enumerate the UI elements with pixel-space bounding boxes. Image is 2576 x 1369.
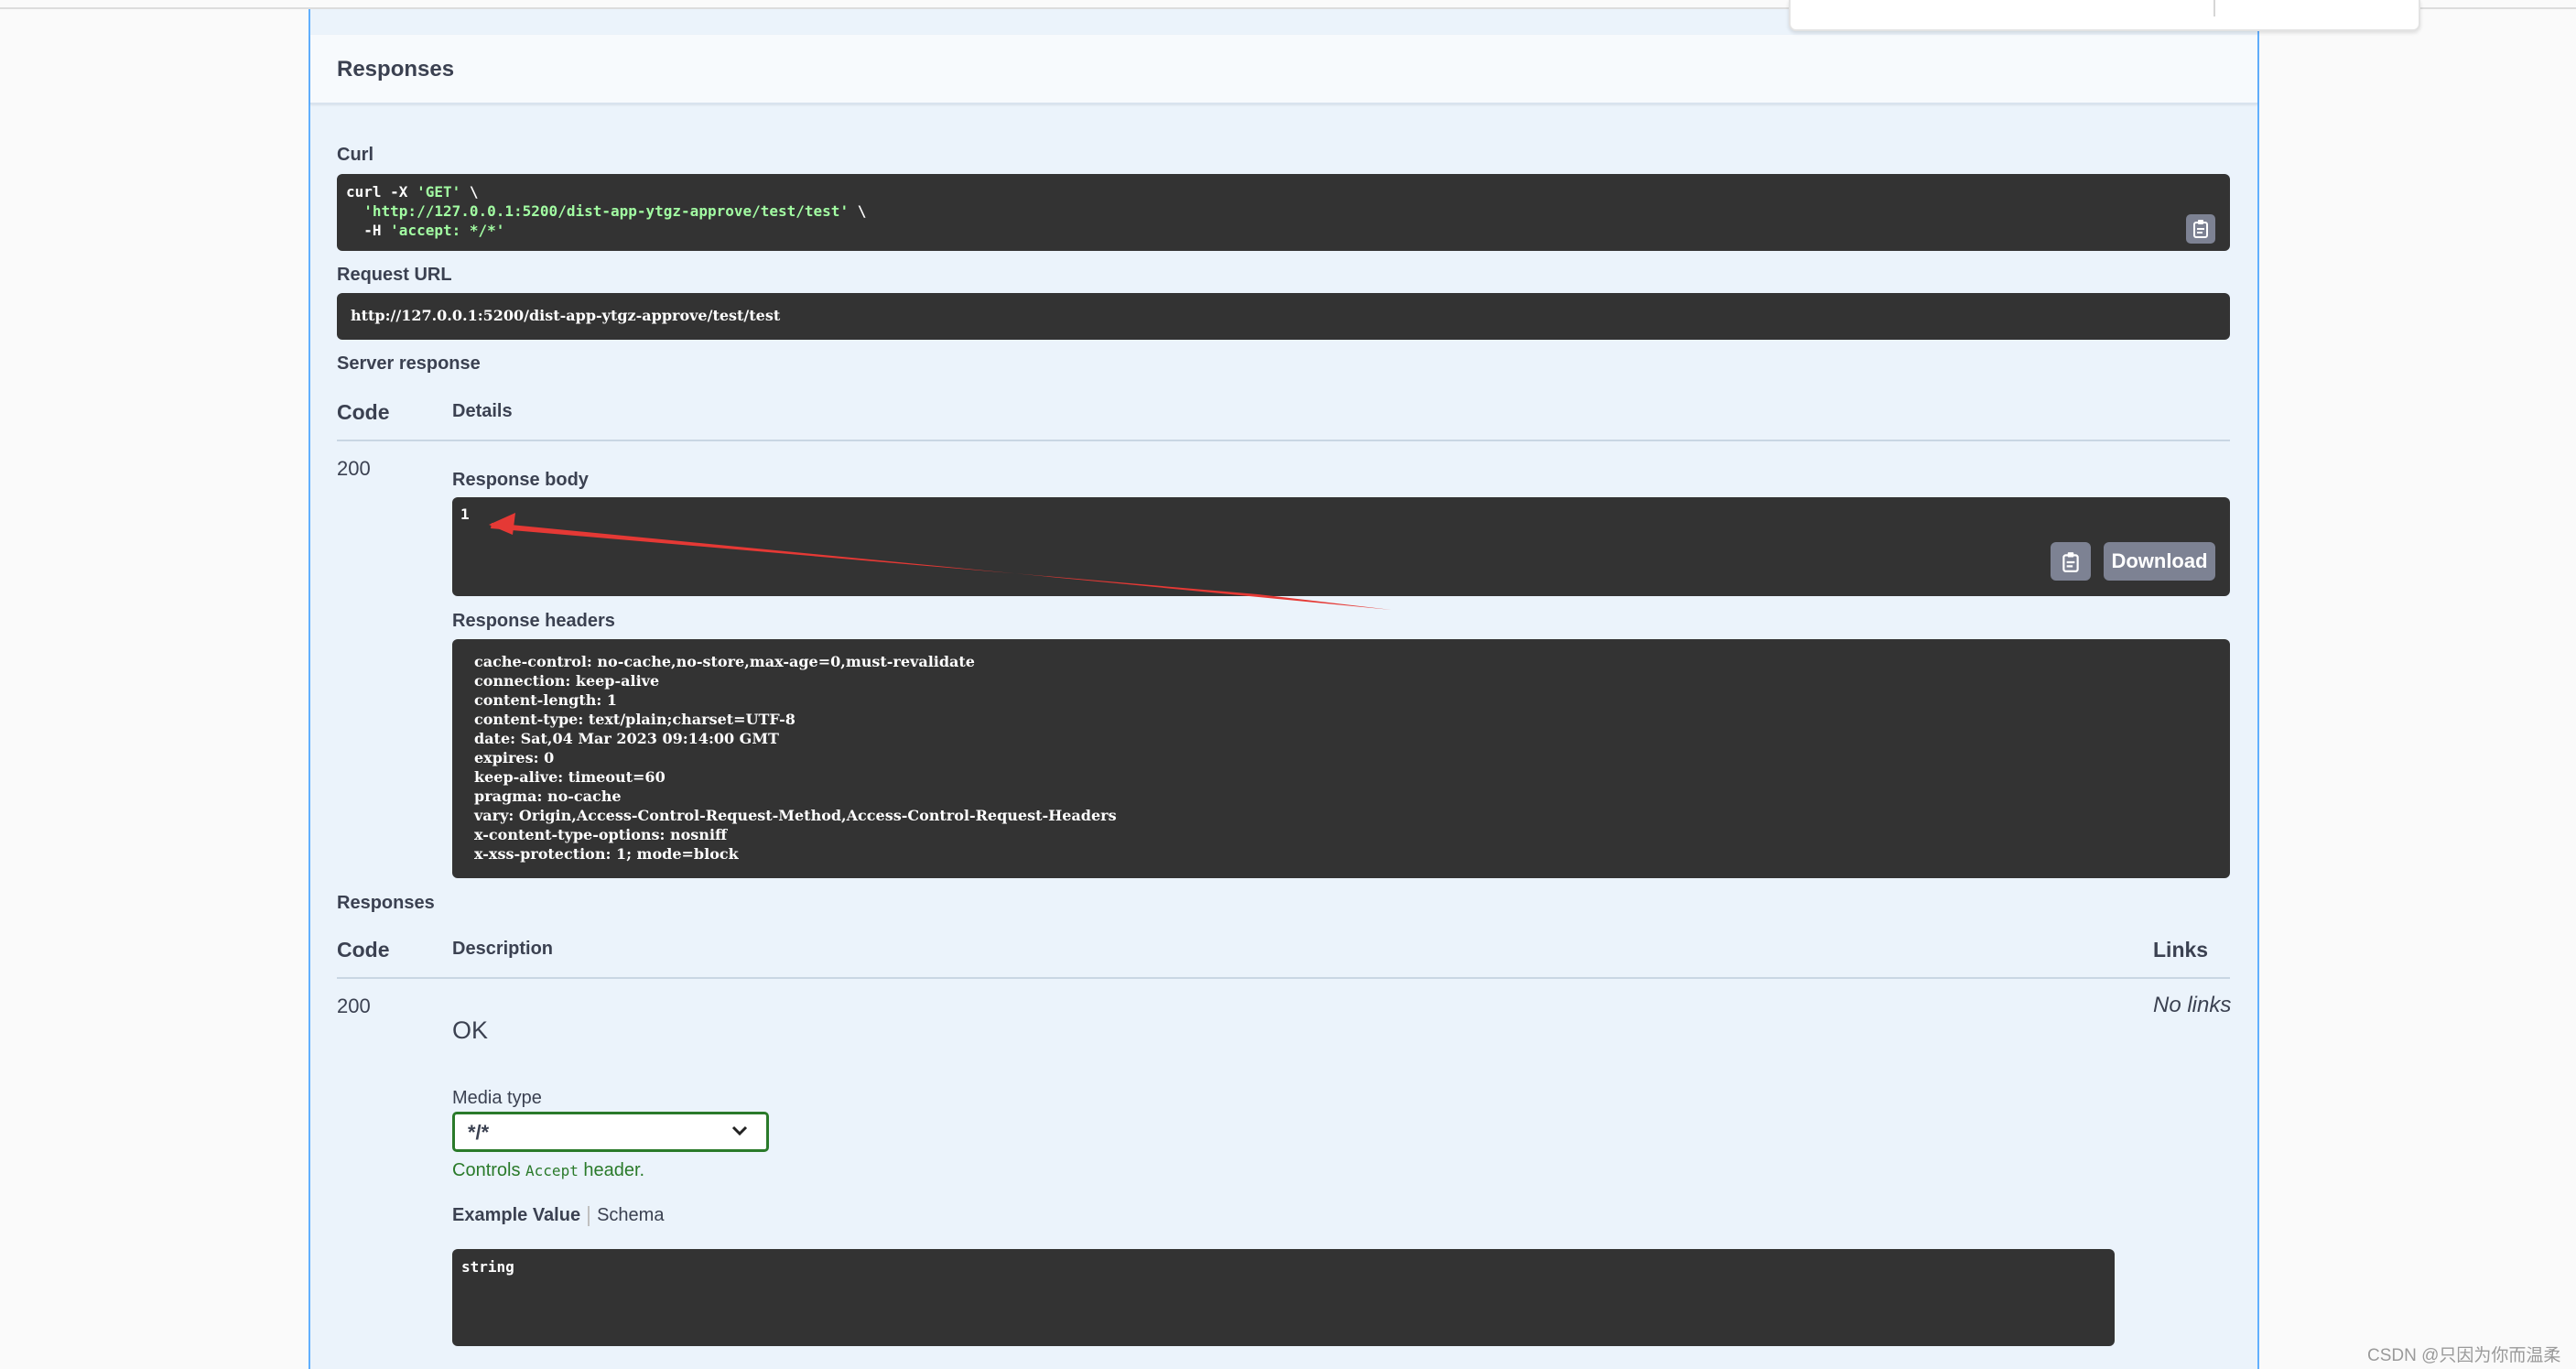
server-response-label: Server response: [337, 353, 481, 374]
curl-line3-cmd: -H: [346, 222, 391, 239]
server-response-code-header: Code: [337, 400, 390, 424]
example-schema-tabs: Example Value Schema: [452, 1205, 664, 1226]
no-links-text: No links: [2153, 993, 2232, 1017]
response-body-value: 1: [460, 505, 470, 523]
response-header-line: content-type: text/plain;charset=UTF-8: [474, 711, 796, 728]
request-url-block: http://127.0.0.1:5200/dist-app-ytgz-appr…: [337, 293, 2230, 340]
server-response-code: 200: [337, 457, 371, 480]
responses-title: Responses: [337, 57, 455, 81]
copy-icon: [2062, 552, 2079, 572]
response-body-label: Response body: [452, 470, 589, 490]
responses-section-header: Responses: [310, 35, 2257, 104]
server-response-divider: [337, 440, 2230, 441]
response-header-line: keep-alive: timeout=60: [474, 768, 666, 786]
response-header-line: content-length: 1: [474, 691, 617, 709]
curl-line1-tail: \: [460, 183, 479, 201]
request-url-value: http://127.0.0.1:5200/dist-app-ytgz-appr…: [351, 307, 781, 324]
response-header-line: x-xss-protection: 1; mode=block: [474, 845, 739, 863]
response-headers-block: cache-control: no-cache,no-store,max-age…: [452, 639, 2230, 878]
controls-suffix: header.: [578, 1160, 645, 1180]
response-body-copy-button[interactable]: [2051, 542, 2091, 581]
copy-icon: [2193, 220, 2208, 238]
controls-prefix: Controls: [452, 1160, 526, 1180]
response-header-line: vary: Origin,Access-Control-Request-Meth…: [474, 807, 1117, 824]
response-headers-label: Response headers: [452, 611, 615, 631]
server-response-details-header: Details: [452, 401, 513, 421]
response-header-line: connection: keep-alive: [474, 672, 660, 690]
curl-line2-str: 'http://127.0.0.1:5200/dist-app-ytgz-app…: [363, 202, 850, 220]
responses-links-header: Links: [2153, 938, 2209, 962]
curl-line3-str: 'accept: */*': [390, 222, 505, 239]
example-value-block: string: [452, 1249, 2115, 1346]
request-url-label: Request URL: [337, 265, 452, 285]
responses-code: 200: [337, 994, 371, 1017]
chevron-down-icon: [731, 1125, 748, 1136]
media-type-select[interactable]: */*: [452, 1112, 769, 1152]
responses-code-header: Code: [337, 938, 390, 962]
curl-line1-str: 'GET': [417, 183, 461, 201]
tab-separator: [588, 1205, 590, 1226]
curl-line1-cmd: curl -X: [346, 183, 417, 201]
curl-line2-tail: \: [849, 202, 867, 220]
response-header-line: expires: 0: [474, 749, 555, 766]
response-body-block: 1 Download: [452, 497, 2230, 596]
response-header-line: date: Sat,04 Mar 2023 09:14:00 GMT: [474, 730, 779, 747]
curl-label: Curl: [337, 145, 373, 165]
popup-divider: [2213, 0, 2215, 16]
example-value: string: [461, 1258, 514, 1276]
responses-description-header: Description: [452, 939, 554, 959]
responses-divider: [337, 977, 2230, 979]
response-header-line: pragma: no-cache: [474, 788, 622, 805]
download-button[interactable]: Download: [2104, 542, 2215, 581]
watermark: CSDN @只因为你而温柔: [2367, 1346, 2561, 1365]
curl-code: curl -X 'GET' \ 'http://127.0.0.1:5200/d…: [346, 182, 866, 240]
tab-schema[interactable]: Schema: [597, 1205, 664, 1225]
curl-copy-button[interactable]: [2186, 214, 2215, 244]
curl-block: curl -X 'GET' \ 'http://127.0.0.1:5200/d…: [337, 174, 2230, 251]
response-description: OK: [452, 1016, 489, 1044]
dropdown-popup: [1789, 0, 2420, 31]
media-type-value: */*: [468, 1121, 490, 1144]
response-header-line: cache-control: no-cache,no-store,max-age…: [474, 653, 975, 670]
tab-example-value[interactable]: Example Value: [452, 1205, 580, 1225]
controls-accept-text: Controls Accept header.: [452, 1160, 644, 1181]
controls-accept-code: Accept: [525, 1162, 579, 1179]
responses-label: Responses: [337, 893, 435, 913]
response-headers-list: cache-control: no-cache,no-store,max-age…: [474, 652, 1117, 864]
response-header-line: x-content-type-options: nosniff: [474, 826, 728, 843]
media-type-label: Media type: [452, 1088, 542, 1108]
